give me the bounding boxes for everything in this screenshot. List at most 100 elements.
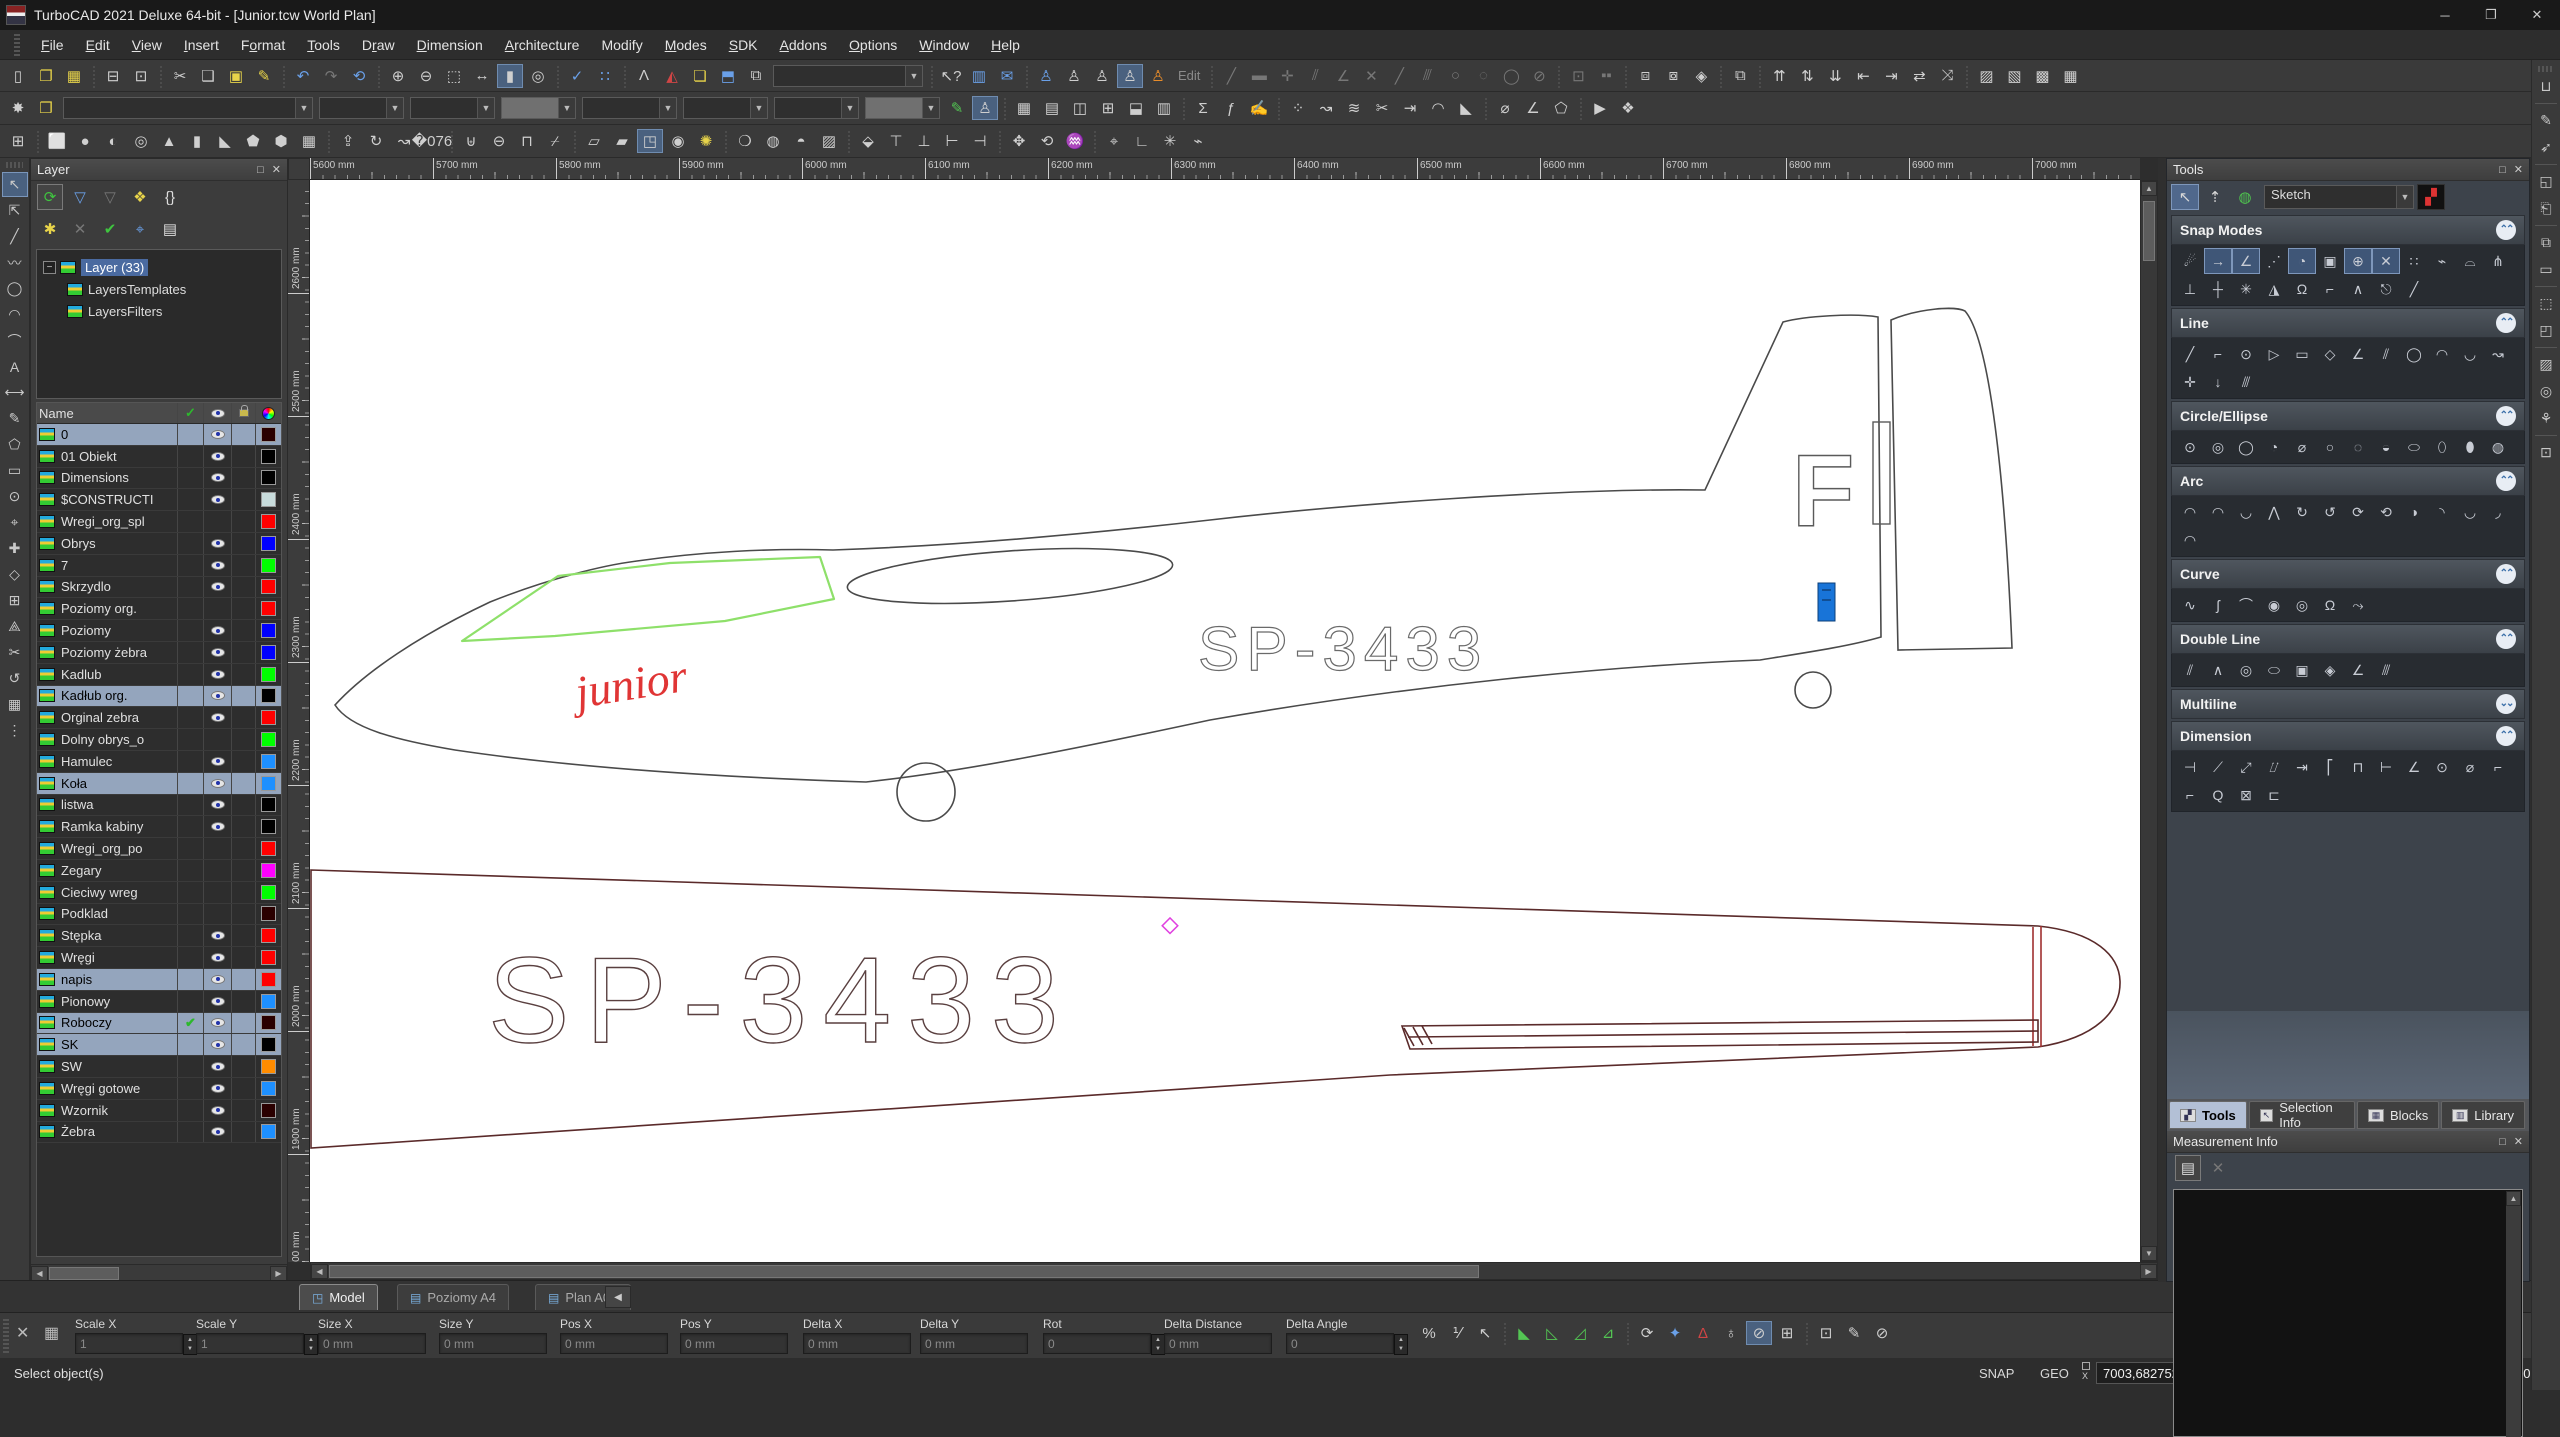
panel-splitter[interactable] [2158,158,2166,1282]
layer-color-cell[interactable] [255,445,281,467]
tp-macro-icon[interactable]: ▞ [2417,184,2445,210]
layer-row[interactable]: Kadłub org. [37,685,281,708]
layer-row[interactable]: Poziomy org. [37,598,281,621]
restore-button[interactable]: ❐ [2468,0,2514,30]
layer-color-swatch[interactable] [261,623,276,639]
tools-close-icon[interactable]: ✕ [2514,163,2523,176]
curve-spiral-icon[interactable]: ◉ [2260,592,2288,618]
layer-active-check[interactable] [177,424,203,445]
snap-nearest-icon[interactable]: ⋰ [2260,248,2288,274]
measurement-vscrollbar[interactable]: ▲ [2506,1191,2521,1437]
help-cursor-icon[interactable]: ↖? [938,64,964,88]
snap-tangent-icon[interactable]: ⌁ [2428,248,2456,274]
dim-ortho-icon[interactable]: ⊣ [2176,754,2204,780]
print-preview-icon[interactable]: ⊡ [128,64,154,88]
snap-divide-icon[interactable]: ⋔ [2484,248,2512,274]
layer-color-swatch[interactable] [261,950,276,966]
layer-visibility-toggle[interactable] [203,620,231,641]
layer-lock-toggle[interactable] [231,968,255,990]
dim-cross-icon[interactable]: ⊠ [2232,782,2260,808]
dim-edit-icon[interactable]: ⎡ [2316,754,2344,780]
layer-visibility-toggle[interactable] [203,1034,231,1056]
snap-tool[interactable]: ⌖ [2,510,28,535]
cross-tool[interactable]: ✚ [2,536,28,561]
layer-color-cell[interactable] [255,729,281,750]
layer-name-header[interactable]: Name [37,403,177,423]
refresh-sel-icon[interactable]: ⟳ [1634,1321,1660,1345]
track-icon[interactable]: ⌁ [1185,129,1211,153]
arc-tool[interactable]: ◠ [2,302,28,327]
line-style-6-icon[interactable]: ✕ [1358,64,1384,88]
mesh-tool-icon[interactable]: ▦ [296,129,322,153]
layer-lock-header[interactable] [231,403,255,423]
layer-visibility-toggle[interactable] [203,947,231,968]
section-header[interactable]: Arc ⌃⌃ [2171,466,2525,496]
crown-tool[interactable]: ⚘ [2534,406,2559,431]
layer-lock-toggle[interactable] [231,554,255,576]
layer-active-check[interactable] [177,772,203,794]
layer-active-check[interactable] [177,445,203,467]
layer-active-check[interactable] [177,794,203,816]
layer-filter-off-icon[interactable]: ▽ [97,184,123,210]
tp-globe-icon[interactable]: ◍ [2231,184,2259,210]
layer-active-check[interactable] [177,620,203,641]
layer-color-cell[interactable] [255,1077,281,1099]
divider-icon[interactable]: Λ [631,64,657,88]
layer-visibility-toggle[interactable] [203,598,231,620]
layer-visibility-toggle[interactable] [203,838,231,859]
zoom-page-icon[interactable]: ▮ [497,63,523,88]
delta-icon[interactable]: Δ [1690,1321,1716,1345]
loft-icon[interactable]: �076 [412,129,452,153]
measure-icon[interactable]: ⌀ [1492,96,1518,120]
line-single-icon[interactable]: ╱ [2176,341,2204,367]
layer-visibility-toggle[interactable] [203,445,231,467]
select-layer-icon[interactable]: ⌖ [127,216,153,242]
layer-props-icon[interactable]: ▤ [157,216,183,242]
dim-parallel-icon[interactable]: ⟋ [2204,754,2232,780]
section-header[interactable]: Snap Modes ⌃⌃ [2171,215,2525,245]
tab-nav-left-icon[interactable]: ◀ [605,1286,631,1308]
layer-visibility-toggle[interactable] [203,990,231,1012]
layer-color-swatch[interactable] [261,426,276,442]
layer-lock-toggle[interactable] [231,511,255,532]
polygon-tool[interactable]: ⬠ [2,432,28,457]
callout-tool[interactable]: ➶ [2534,135,2559,160]
scroll-left-icon[interactable]: ◀ [31,1265,48,1281]
menu-options[interactable]: Options [838,33,908,57]
field-input[interactable]: 0 mm [920,1333,1028,1354]
layer-visibility-toggle[interactable] [203,1012,231,1034]
layer-row[interactable]: Dolny obrys_o [37,729,281,751]
layer-color-swatch[interactable] [261,492,276,508]
menu-insert[interactable]: Insert [173,33,230,57]
more-tool[interactable]: ⋮ [2,718,28,743]
menu-view[interactable]: View [121,33,173,57]
layer-color-cell[interactable] [255,838,281,859]
curve-fit-icon[interactable]: ⌒ [2232,592,2260,618]
view-back-icon[interactable]: ⊣ [967,129,993,153]
trim-icon[interactable]: ✂ [1369,96,1395,120]
layer-braces-icon[interactable]: {} [157,184,183,210]
ellipse-icon[interactable]: ⬭ [2400,434,2428,460]
union-icon[interactable]: ⊎ [458,129,484,153]
order-up-icon[interactable]: ▩ [2029,64,2055,88]
render-2-icon[interactable]: ◍ [760,129,786,153]
export-icon[interactable]: ❏ [687,64,713,88]
insp-close-icon[interactable]: ✕ [16,1323,29,1343]
palette-tab-selection-info[interactable]: ↖ Selection Info [2248,1100,2355,1130]
delete-layer-icon[interactable]: ✕ [67,216,93,242]
curve-helix-icon[interactable]: ◎ [2288,592,2316,618]
layer-row[interactable]: Orginal zebra [37,707,281,730]
path-icon[interactable]: ↝ [1313,96,1339,120]
select-lasso-icon[interactable]: ⟲ [346,64,372,88]
layer-combo[interactable]: ▼ [63,97,313,119]
snap-mouse-icon[interactable]: ☄ [2176,248,2204,274]
torus-tool-icon[interactable]: ◎ [128,129,154,153]
fillet-icon[interactable]: ◠ [1425,96,1451,120]
layer-lock-toggle[interactable] [231,1012,255,1034]
layer-active-check[interactable] [177,729,203,750]
layer-color-cell[interactable] [255,1012,281,1034]
layer-color-cell[interactable] [255,598,281,620]
layer-color-swatch[interactable] [261,1059,276,1074]
section-header[interactable]: Double Line ⌃⌃ [2171,624,2525,654]
dline-rect-icon[interactable]: ▣ [2288,657,2316,683]
